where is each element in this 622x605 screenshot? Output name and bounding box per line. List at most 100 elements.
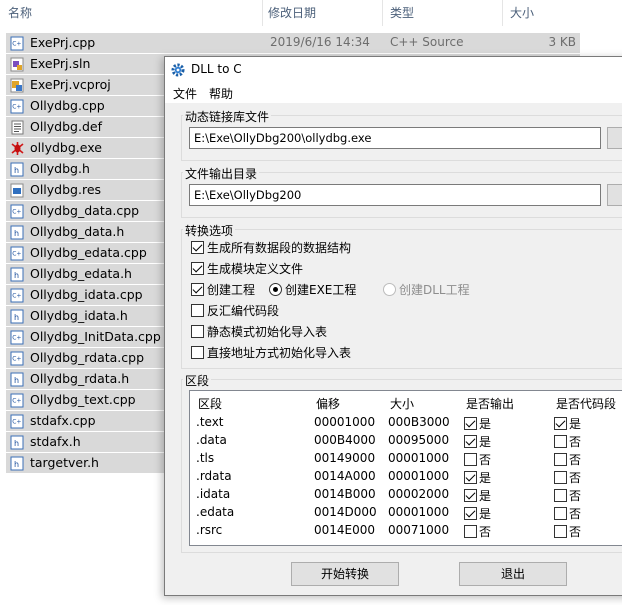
svg-text:C+: C+: [12, 335, 21, 342]
header-file-icon: h: [10, 309, 25, 324]
menu-help[interactable]: 帮助: [209, 85, 233, 102]
output-checkbox[interactable]: 否: [464, 523, 491, 540]
column-header: 名称 修改日期 类型 大小: [0, 0, 622, 26]
svg-text:C+: C+: [12, 419, 21, 426]
radio-exe-project[interactable]: 创建EXE工程: [269, 281, 356, 298]
output-checkbox[interactable]: 是: [464, 469, 491, 486]
opt-disasm-code[interactable]: 反汇编代码段: [191, 302, 279, 319]
header-section[interactable]: 区段: [198, 395, 222, 412]
section-size: 00095000: [388, 433, 450, 447]
section-size: 000B3000: [388, 415, 450, 429]
section-name: .rsrc: [196, 523, 223, 537]
header-offset[interactable]: 偏移: [316, 395, 340, 412]
checkbox-disasm-code[interactable]: [191, 304, 204, 317]
exit-button[interactable]: 退出: [459, 562, 567, 586]
output-path-input[interactable]: E:\Exe\OllyDbg200: [189, 184, 601, 206]
checkbox-direct-addr-import-init[interactable]: [191, 346, 204, 359]
file-name: Ollydbg.cpp: [30, 98, 105, 113]
opt-direct-addr-import-init[interactable]: 直接地址方式初始化导入表: [191, 344, 351, 361]
code-checkbox[interactable]: 否: [554, 487, 581, 504]
output-checkbox-box[interactable]: [464, 489, 477, 502]
radio-dll-circle[interactable]: [383, 283, 396, 296]
output-checkbox-box[interactable]: [464, 507, 477, 520]
code-checkbox-box[interactable]: [554, 453, 567, 466]
radio-exe-circle[interactable]: [269, 283, 282, 296]
radio-dll-project[interactable]: 创建DLL工程: [383, 281, 470, 298]
def-file-icon: [10, 120, 25, 135]
section-name: .edata: [196, 505, 235, 519]
sections-table[interactable]: 区段 偏移 大小 是否输出 是否代码段 .text 00001000 000B300…: [189, 390, 622, 546]
header-output[interactable]: 是否输出: [466, 395, 514, 412]
file-name: Ollydbg_data.h: [30, 224, 125, 239]
svg-text:C+: C+: [12, 41, 21, 48]
file-type: C++ Source: [390, 35, 464, 49]
checkbox-static-import-init[interactable]: [191, 325, 204, 338]
svg-text:h: h: [14, 460, 19, 469]
code-checkbox[interactable]: 是: [554, 415, 581, 432]
output-checkbox-box[interactable]: [464, 453, 477, 466]
start-convert-button[interactable]: 开始转换: [291, 562, 399, 586]
checkbox-all-data-structs[interactable]: [191, 241, 204, 254]
output-dir-group-label: 文件输出目录: [183, 165, 260, 182]
code-checkbox[interactable]: 否: [554, 433, 581, 450]
dll-to-c-dialog: DLL to C 文件 帮助 动态链接库文件 E:\Exe\OllyDbg200…: [164, 56, 622, 596]
dll-path-input[interactable]: E:\Exe\OllyDbg200\ollydbg.exe: [189, 127, 601, 149]
opt-create-project[interactable]: 创建工程: [191, 281, 255, 298]
sections-group-label: 区段: [183, 372, 212, 389]
code-checkbox-box[interactable]: [554, 525, 567, 538]
output-checkbox[interactable]: 是: [464, 415, 491, 432]
header-code[interactable]: 是否代码段: [556, 395, 616, 412]
sln-file-icon: [10, 57, 25, 72]
section-offset: 00149000: [314, 451, 376, 465]
file-name: Ollydbg_idata.cpp: [30, 287, 143, 302]
output-checkbox[interactable]: 是: [464, 433, 491, 450]
output-checkbox-box[interactable]: [464, 525, 477, 538]
column-date[interactable]: 修改日期: [268, 4, 316, 21]
output-checkbox[interactable]: 是: [464, 505, 491, 522]
title-bar[interactable]: DLL to C: [165, 57, 622, 83]
code-checkbox[interactable]: 否: [554, 505, 581, 522]
cpp-file-icon: C+: [10, 393, 25, 408]
opt-static-import-init[interactable]: 静态模式初始化导入表: [191, 323, 327, 340]
header-file-icon: h: [10, 225, 25, 240]
dll-file-group-label: 动态链接库文件: [183, 108, 272, 125]
code-checkbox-box[interactable]: [554, 417, 567, 430]
code-checkbox-box[interactable]: [554, 489, 567, 502]
file-name: Ollydbg.h: [30, 161, 90, 176]
output-checkbox-box[interactable]: [464, 471, 477, 484]
code-checkbox-box[interactable]: [554, 507, 567, 520]
code-checkbox-box[interactable]: [554, 435, 567, 448]
svg-text:C+: C+: [12, 104, 21, 111]
file-name: ollydbg.exe: [30, 140, 102, 155]
svg-text:h: h: [14, 166, 19, 175]
file-name: Ollydbg_text.cpp: [30, 392, 136, 407]
code-checkbox[interactable]: 否: [554, 523, 581, 540]
file-name: ExePrj.sln: [30, 56, 91, 71]
file-name: stdafx.h: [30, 434, 81, 449]
browse-output-button[interactable]: [607, 184, 622, 206]
menu-file[interactable]: 文件: [173, 85, 197, 102]
code-checkbox[interactable]: 否: [554, 469, 581, 486]
svg-text:h: h: [14, 439, 19, 448]
header-size[interactable]: 大小: [390, 395, 414, 412]
output-checkbox[interactable]: 是: [464, 487, 491, 504]
column-name[interactable]: 名称: [8, 4, 32, 21]
section-offset: 0014A000: [314, 469, 376, 483]
column-size[interactable]: 大小: [510, 4, 534, 21]
opt-module-def[interactable]: 生成模块定义文件: [191, 260, 303, 277]
output-checkbox-box[interactable]: [464, 435, 477, 448]
section-name: .idata: [196, 487, 231, 501]
output-checkbox-box[interactable]: [464, 417, 477, 430]
browse-dll-button[interactable]: [607, 127, 622, 149]
file-row[interactable]: C+ ExePrj.cpp 2019/6/16 14:34 C++ Source 3 K…: [6, 32, 580, 53]
svg-text:C+: C+: [12, 398, 21, 405]
checkbox-module-def[interactable]: [191, 262, 204, 275]
code-checkbox[interactable]: 否: [554, 451, 581, 468]
file-name: Ollydbg_idata.h: [30, 308, 128, 323]
code-checkbox-box[interactable]: [554, 471, 567, 484]
svg-text:C+: C+: [12, 251, 21, 258]
output-checkbox[interactable]: 否: [464, 451, 491, 468]
checkbox-create-project[interactable]: [191, 283, 204, 296]
opt-all-data-structs[interactable]: 生成所有数据段的数据结构: [191, 239, 351, 256]
column-type[interactable]: 类型: [390, 4, 414, 21]
